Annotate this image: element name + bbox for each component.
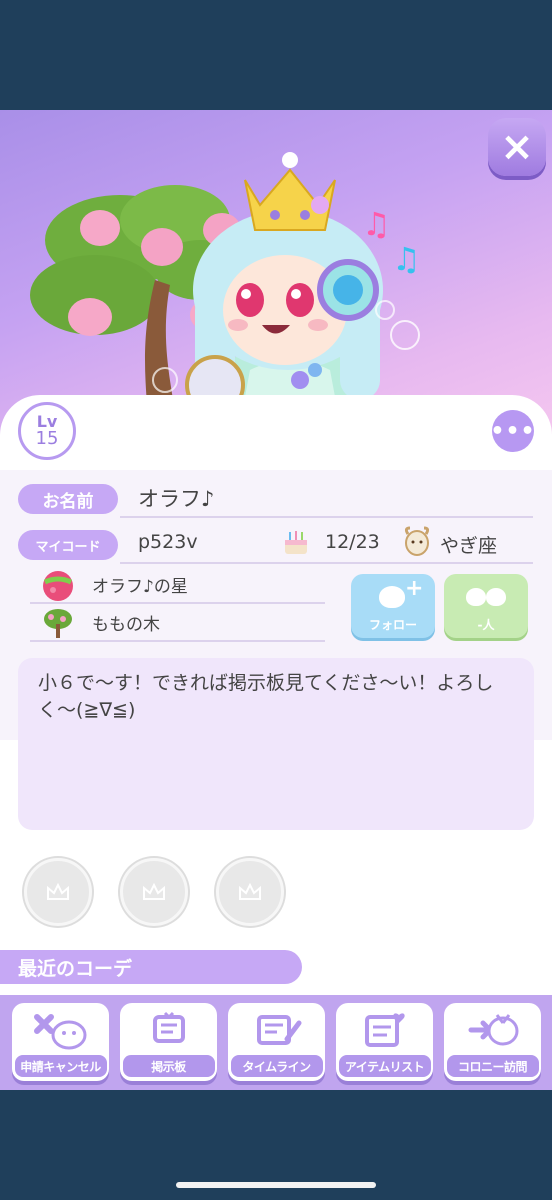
level-badge: Lv 15 (18, 402, 76, 460)
name-underline (120, 516, 533, 518)
follow-icon (379, 586, 405, 608)
player-name: オラフ♪ (138, 487, 215, 511)
planet-name: オラフ♪の星 (92, 577, 188, 597)
profile-screen: ♫ ♫ × Lv 15 ••• お名前 オラフ♪ マイコード p523v 12/… (0, 110, 552, 1090)
item-list-icon (355, 1009, 415, 1051)
tree-icon (40, 606, 76, 642)
crown-slot-3[interactable] (216, 858, 284, 926)
bio-text: 小６で〜す！できれば掲示板見てくださ〜い！よろしく〜(≧∇≦) (38, 672, 494, 721)
follow-button[interactable]: + フォロー (351, 574, 435, 638)
crown-slot-2[interactable] (120, 858, 188, 926)
members-count: -人 (477, 618, 495, 632)
crown-icon (143, 883, 165, 900)
status-bar-area (0, 0, 552, 110)
recent-outfits-label: 最近のコーデ (18, 957, 133, 980)
crown-icon (239, 883, 261, 900)
my-code: p523v (138, 531, 198, 553)
colony-visit-button[interactable]: コロニー訪問 (444, 1003, 541, 1081)
code-underline (120, 562, 533, 564)
cancel-request-button[interactable]: 申請キャンセル (12, 1003, 109, 1081)
nav-label: アイテムリスト (338, 1055, 431, 1077)
colony-visit-icon (463, 1009, 523, 1051)
svg-text:♫: ♫ (362, 205, 391, 243)
planet-underline (30, 602, 325, 604)
item-list-button[interactable]: アイテムリスト (336, 1003, 433, 1081)
goat-icon (400, 524, 434, 558)
birthday-cake-icon (280, 526, 312, 558)
more-icon: ••• (490, 418, 536, 444)
name-label: お名前 (42, 491, 94, 512)
bio-box: 小６で〜す！できれば掲示板見てくださ〜い！よろしく〜(≧∇≦) (18, 658, 534, 830)
tree-underline (30, 640, 325, 642)
name-label-pill: お名前 (18, 484, 118, 514)
bottom-navigation: 申請キャンセル 掲示板 タイムライン アイテムリスト コロニー訪問 (0, 995, 552, 1090)
members-icon (466, 588, 486, 606)
nav-label: 申請キャンセル (14, 1055, 107, 1077)
close-icon: × (500, 124, 534, 170)
planet-icon (40, 568, 76, 604)
timeline-button[interactable]: タイムライン (228, 1003, 325, 1081)
zodiac-sign: やぎ座 (440, 535, 498, 557)
svg-text:♫: ♫ (392, 240, 421, 278)
nav-label: コロニー訪問 (446, 1055, 539, 1077)
bulletin-board-icon (139, 1009, 199, 1051)
recent-outfits-header[interactable]: 最近のコーデ (0, 950, 302, 984)
nav-label: タイムライン (230, 1055, 323, 1077)
close-button[interactable]: × (488, 118, 546, 176)
follow-label: フォロー (368, 618, 417, 632)
home-indicator[interactable] (176, 1182, 376, 1188)
more-options-button[interactable]: ••• (490, 410, 536, 452)
level-value: 15 (35, 427, 59, 449)
crown-icon (47, 883, 69, 900)
timeline-icon (247, 1009, 307, 1051)
code-label: マイコード (35, 539, 101, 555)
cancel-request-icon (31, 1009, 91, 1051)
code-label-pill: マイコード (18, 530, 118, 560)
nav-label: 掲示板 (122, 1055, 215, 1077)
birthday: 12/23 (325, 531, 380, 553)
bulletin-board-button[interactable]: 掲示板 (120, 1003, 217, 1081)
members-button[interactable]: -人 (444, 574, 528, 638)
tree-name: ももの木 (92, 615, 160, 635)
crown-slot-1[interactable] (24, 858, 92, 926)
